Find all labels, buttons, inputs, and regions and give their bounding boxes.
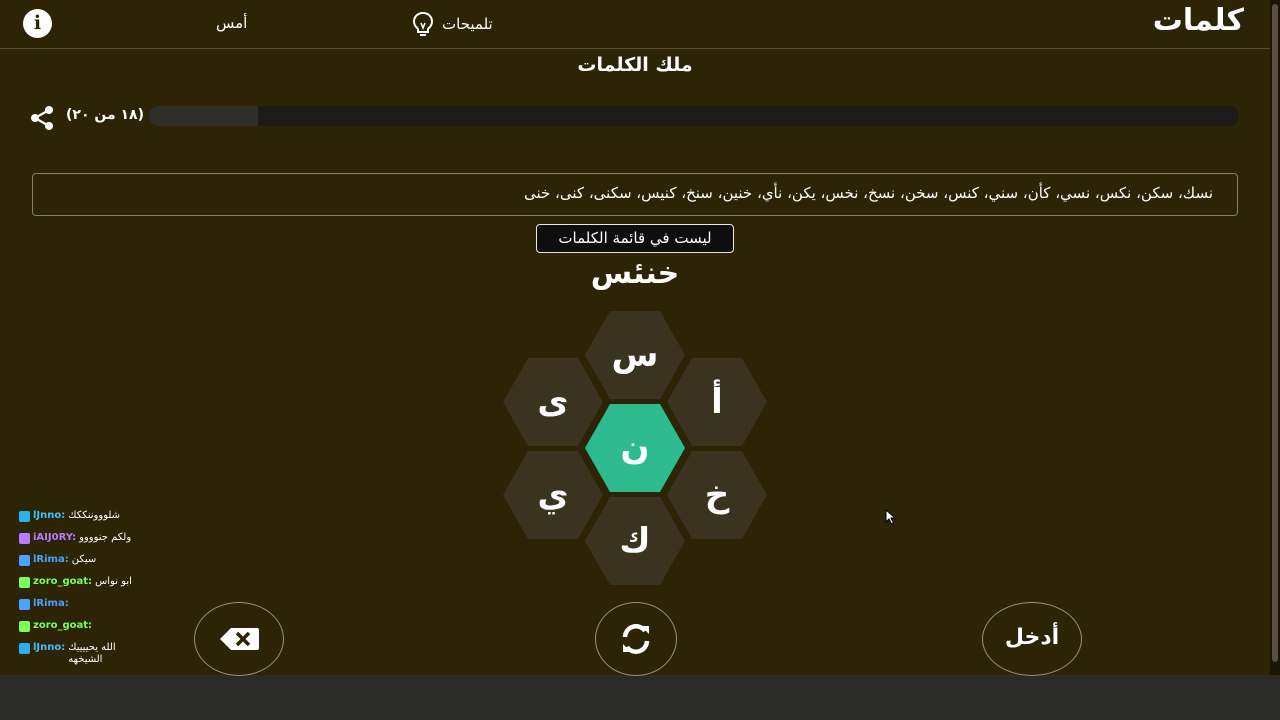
enter-button[interactable]: أدخل [982,602,1082,676]
header: كلمات تلميحات أمس i [0,0,1270,49]
bottom-bar [0,675,1280,720]
letter-tile-lower-left[interactable]: ي [503,451,603,539]
chat-message: iAIJ0RY: ولكم جنوووو [19,532,149,544]
shuffle-button[interactable] [595,602,677,676]
chat-text: ولكم جنوووو [79,532,132,543]
chat-message: lJnno: الله يحييييك الشيخهه [19,642,149,666]
chat-badge-icon [19,533,30,544]
hints-label: تلميحات [442,15,493,33]
letter-tile-lower-right[interactable]: خ [667,451,767,539]
not-in-list-toast: ليست في قائمة الكلمات [536,224,734,253]
chat-text: شلوووننككك [68,510,121,521]
chat-message: zoro_goat: [19,620,149,632]
found-words-box[interactable]: نسك، سكن، نكس، نسي، كأن، سني، كنس، سخن، … [32,173,1238,216]
progress-count: (١٨ من ٢٠) [66,107,145,123]
chat-message: lRima: [19,598,149,610]
brand-logo[interactable]: كلمات [1153,3,1244,38]
letter-tile-upper-left[interactable]: ى [503,358,603,446]
enter-label: أدخل [1004,625,1060,650]
chat-text: الله يحييييك الشيخهه [68,642,116,665]
shuffle-icon [622,624,650,654]
rank-title: ملك الكلمات [577,54,693,76]
backspace-icon [220,628,259,650]
chat-message: lRima: سيكن [19,554,149,566]
share-icon[interactable] [30,105,54,131]
chat-username: lRima: [33,598,69,609]
letter-tile-bottom[interactable]: ك [585,497,685,585]
current-word: خنئس [590,256,680,291]
chat-text: سيكن [71,554,97,565]
chat-badge-icon [19,577,30,588]
chat-badge-icon [19,555,30,566]
found-words-list: نسك، سكن، نكس، نسي، كأن، سني، كنس، سخن، … [523,184,1213,202]
chat-badge-icon [19,599,30,610]
chat-badge-icon [19,643,30,654]
chat-message: zoro_goat: ابو نواس [19,576,149,588]
info-icon[interactable]: i [23,9,52,38]
letter-tile-upper-right[interactable]: أ [667,358,767,446]
mouse-cursor-icon [885,509,897,525]
chat-username: zoro_goat: [33,576,93,587]
scrollbar-thumb[interactable] [1272,4,1278,662]
chat-badge-icon [19,511,30,522]
yesterday-link[interactable]: أمس [216,14,247,32]
chat-username: lJnno: [33,510,66,521]
chat-message: lJnno: شلوووننككك [19,510,149,522]
progress-bar [149,106,1239,126]
letter-tile-top[interactable]: س [585,311,685,399]
chat-username: lRima: [33,554,69,565]
lightbulb-icon [412,11,434,36]
chat-username: zoro_goat: [33,620,93,631]
chat-username: lJnno: [33,642,66,653]
chat-text: ابو نواس [95,576,132,587]
scrollbar[interactable] [1270,0,1280,675]
hints-button[interactable]: تلميحات [412,10,493,38]
delete-button[interactable] [194,602,284,676]
letter-tile-center[interactable]: ن [585,404,685,492]
toast-text: ليست في قائمة الكلمات [558,229,712,247]
progress-fill [149,106,258,126]
chat-overlay: lJnno: شلوووننككك iAIJ0RY: ولكم جنوووو lRima… [19,510,149,676]
chat-username: iAIJ0RY: [33,532,77,543]
chat-badge-icon [19,621,30,632]
